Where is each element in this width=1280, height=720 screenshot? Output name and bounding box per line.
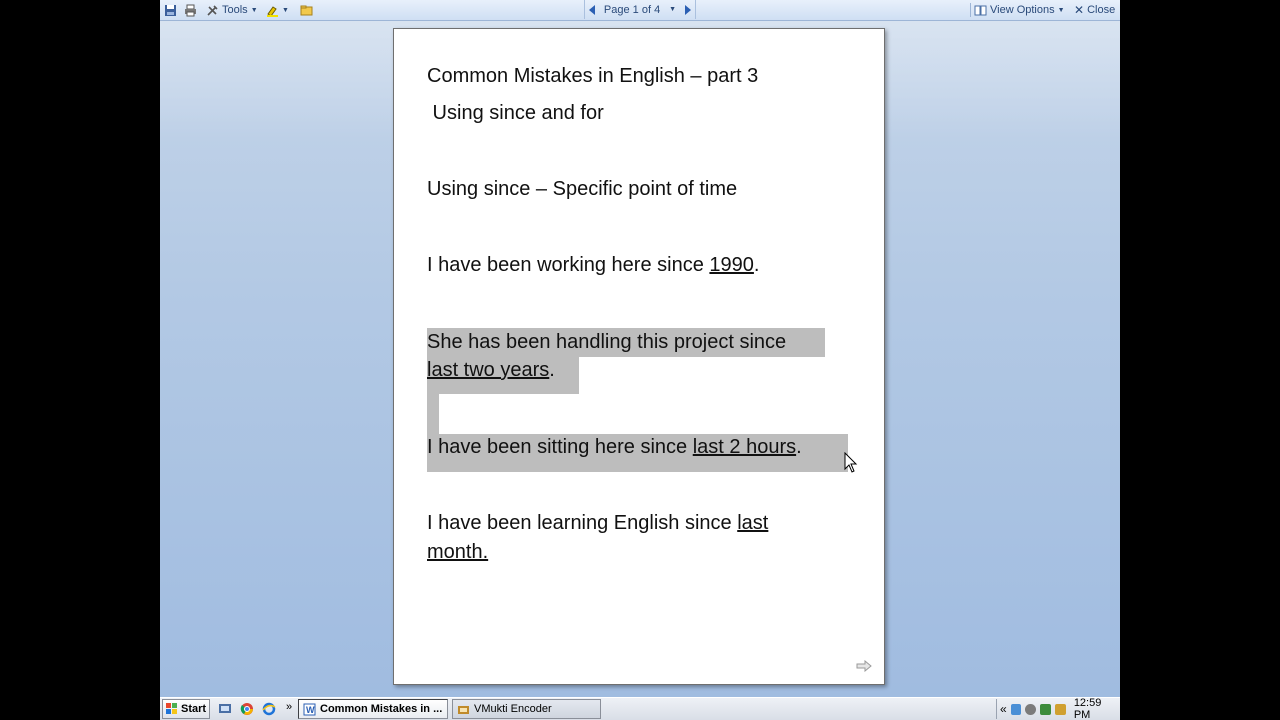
highlight-button[interactable]: ▼ <box>266 2 289 18</box>
chevron-down-icon: ▼ <box>282 6 289 14</box>
underlined-phrase: month. <box>427 541 489 563</box>
close-button[interactable]: ✕ Close <box>1074 2 1115 18</box>
print-button[interactable] <box>184 2 197 18</box>
document-page[interactable]: Common Mistakes in English – part 3 Usin… <box>393 28 885 685</box>
punctuation: . <box>796 436 802 458</box>
reading-toolbar: Tools ▼ ▼ Page 1 of 4 ▼ View Options ▼ ✕… <box>160 0 1120 21</box>
section-heading: Using since – Specific point of time <box>427 178 738 200</box>
punctuation: . <box>549 359 555 381</box>
chevron-down-icon[interactable]: ▼ <box>669 6 676 13</box>
example-sentence-4-line1: I have been learning English since last <box>427 509 768 537</box>
encoder-app-icon <box>458 705 469 714</box>
security-icon[interactable] <box>1040 703 1052 715</box>
internet-explorer-icon[interactable] <box>262 702 276 716</box>
word-document-icon: W <box>303 703 316 715</box>
taskbar-item-label: Common Mistakes in ... <box>320 703 443 715</box>
example-sentence-3: I have been sitting here since last 2 ho… <box>427 433 802 461</box>
example-sentence-2-line1: She has been handling this project since <box>427 331 787 353</box>
quick-launch-overflow-icon[interactable]: » <box>286 701 292 713</box>
underlined-phrase: last 2 hours <box>692 436 797 458</box>
save-button[interactable] <box>164 2 177 18</box>
clock[interactable]: 12:59 PM <box>1074 697 1120 720</box>
highlighter-icon <box>267 5 278 17</box>
underlined-phrase: last two years <box>427 359 550 381</box>
reading-layout-window: Tools ▼ ▼ Page 1 of 4 ▼ View Options ▼ ✕… <box>160 0 1120 720</box>
show-desktop-icon[interactable] <box>218 702 232 716</box>
example-sentence-4-line2: month. <box>427 538 488 566</box>
view-options-menu[interactable]: View Options ▼ <box>974 2 1065 18</box>
example-text: I have been learning English since <box>427 512 738 534</box>
windows-logo-icon <box>166 703 177 714</box>
taskbar-item-vmukti-encoder[interactable]: VMukti Encoder <box>452 699 601 719</box>
update-icon[interactable] <box>1055 703 1066 715</box>
tray-expand-icon[interactable]: « <box>1000 702 1007 716</box>
taskbar: Start » W Common Mistakes in ... VMukti … <box>160 697 1120 720</box>
comment-button[interactable] <box>300 2 313 18</box>
system-tray: « 12:59 PM <box>996 697 1120 720</box>
underlined-phrase: last <box>737 512 769 534</box>
chevron-down-icon: ▼ <box>250 6 258 14</box>
taskbar-item-label: VMukti Encoder <box>474 703 552 715</box>
mouse-cursor-icon <box>844 452 858 473</box>
underlined-phrase: 1990 <box>709 254 754 276</box>
start-button[interactable]: Start <box>162 699 210 719</box>
save-icon <box>165 4 176 16</box>
taskbar-item-word-document[interactable]: W Common Mistakes in ... <box>298 699 448 719</box>
chrome-icon[interactable] <box>240 702 254 716</box>
next-page-arrow-icon[interactable] <box>856 660 872 672</box>
network-icon[interactable] <box>1010 703 1022 715</box>
example-sentence-2-line2: last two years. <box>427 356 555 384</box>
example-text: I have been sitting here since <box>427 436 693 458</box>
next-page-icon[interactable] <box>684 4 691 15</box>
tools-icon <box>207 4 218 16</box>
svg-text:W: W <box>306 705 315 715</box>
toolbar-divider <box>970 3 971 17</box>
previous-page-icon[interactable] <box>589 4 595 15</box>
folder-icon <box>300 5 313 15</box>
punctuation: . <box>753 254 760 276</box>
close-label: Close <box>1087 4 1116 16</box>
example-sentence-1: I have been working here since 1990. <box>427 251 759 279</box>
selection-highlight <box>427 394 439 434</box>
chevron-down-icon: ▼ <box>1057 6 1065 14</box>
document-subtitle: Using since and for <box>427 102 604 124</box>
start-label: Start <box>181 703 207 715</box>
example-text: I have been working here since <box>427 254 710 276</box>
close-icon: ✕ <box>1074 3 1085 17</box>
tools-label: Tools <box>222 4 248 16</box>
view-options-label: View Options <box>990 4 1055 16</box>
page-navigator: Page 1 of 4 ▼ <box>584 0 696 19</box>
print-icon <box>185 4 196 16</box>
tools-menu[interactable]: Tools ▼ <box>206 2 258 18</box>
volume-icon[interactable] <box>1025 703 1037 715</box>
document-title: Common Mistakes in English – part 3 <box>427 65 759 87</box>
page-indicator[interactable]: Page 1 of 4 <box>604 4 660 16</box>
view-options-icon <box>974 5 987 15</box>
